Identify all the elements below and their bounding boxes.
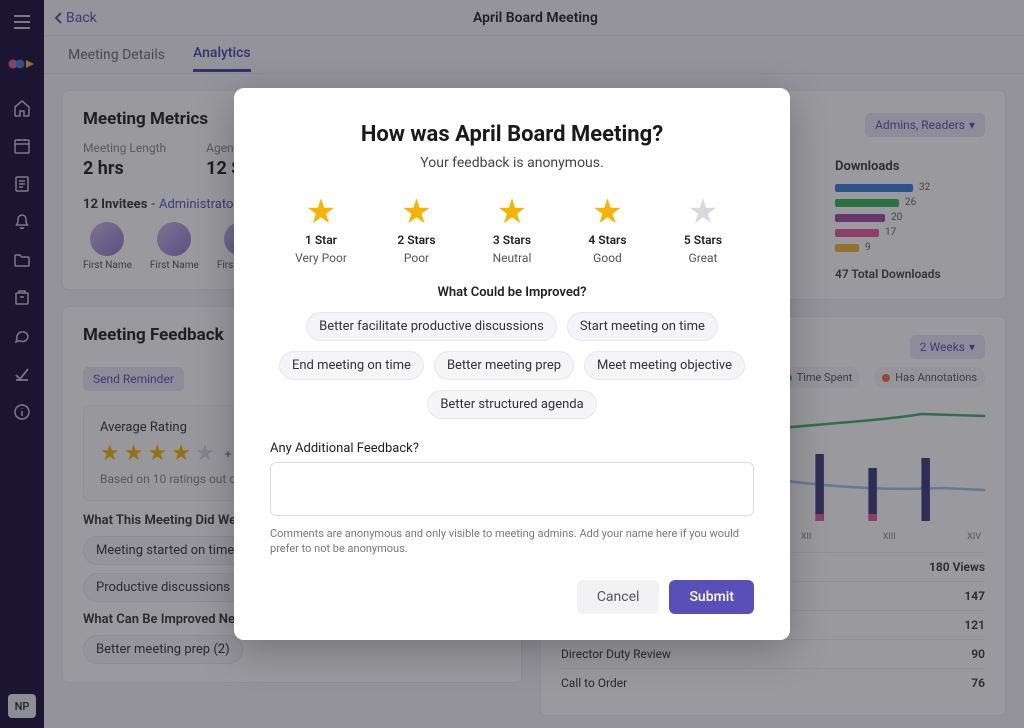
rating-star-option[interactable]: ★ 3 Stars Neutral xyxy=(467,195,557,265)
feedback-helper-text: Comments are anonymous and only visible … xyxy=(270,526,754,557)
star-sublabel: Good xyxy=(593,251,622,265)
star-label: 4 Stars xyxy=(588,233,626,247)
additional-feedback-label: Any Additional Feedback? xyxy=(270,441,754,456)
star-sublabel: Great xyxy=(689,251,718,265)
improve-option-pill[interactable]: Meet meeting objective xyxy=(584,351,745,380)
star-icon: ★ xyxy=(401,195,431,229)
feedback-modal-overlay: How was April Board Meeting? Your feedba… xyxy=(0,0,1024,728)
modal-subtitle: Your feedback is anonymous. xyxy=(270,155,754,171)
star-sublabel: Neutral xyxy=(493,251,532,265)
star-label: 1 Star xyxy=(305,233,337,247)
star-icon: ★ xyxy=(497,195,527,229)
star-label: 5 Stars xyxy=(684,233,722,247)
star-sublabel: Very Poor xyxy=(295,251,347,265)
rating-star-option[interactable]: ★ 4 Stars Good xyxy=(563,195,653,265)
additional-feedback-input[interactable] xyxy=(270,462,754,516)
star-icon: ★ xyxy=(592,195,622,229)
improve-option-pill[interactable]: End meeting on time xyxy=(279,351,424,380)
star-sublabel: Poor xyxy=(404,251,429,265)
rating-star-option[interactable]: ★ 2 Stars Poor xyxy=(372,195,462,265)
improve-option-pill[interactable]: Better structured agenda xyxy=(427,390,596,419)
feedback-modal: How was April Board Meeting? Your feedba… xyxy=(234,88,790,641)
star-icon: ★ xyxy=(688,195,718,229)
modal-improve-label: What Could be Improved? xyxy=(270,285,754,300)
improve-option-pill[interactable]: Start meeting on time xyxy=(567,312,718,341)
star-icon: ★ xyxy=(306,195,336,229)
improve-option-pill[interactable]: Better meeting prep xyxy=(434,351,574,380)
rating-star-option[interactable]: ★ 5 Stars Great xyxy=(658,195,748,265)
rating-star-option[interactable]: ★ 1 Star Very Poor xyxy=(276,195,366,265)
modal-title: How was April Board Meeting? xyxy=(270,122,754,147)
submit-button[interactable]: Submit xyxy=(669,580,754,614)
improve-option-pill[interactable]: Better facilitate productive discussions xyxy=(306,312,557,341)
star-label: 3 Stars xyxy=(493,233,531,247)
cancel-button[interactable]: Cancel xyxy=(577,580,660,614)
star-label: 2 Stars xyxy=(397,233,435,247)
